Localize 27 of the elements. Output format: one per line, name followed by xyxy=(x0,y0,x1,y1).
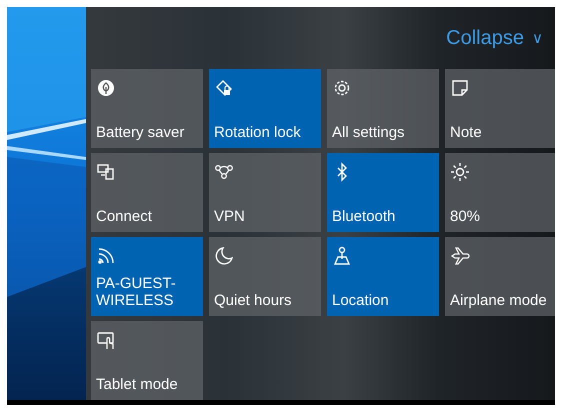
rotation-lock-icon xyxy=(214,78,234,98)
quick-action-tile[interactable]: All settings xyxy=(327,69,439,148)
quick-action-tile[interactable]: Quiet hours xyxy=(209,237,321,316)
quick-action-tile[interactable]: 80% xyxy=(445,153,555,232)
moon-icon xyxy=(214,246,234,266)
quick-action-tile[interactable]: Airplane mode xyxy=(445,237,555,316)
leaf-icon xyxy=(96,78,116,98)
quick-action-tile[interactable]: VPN xyxy=(209,153,321,232)
quick-action-tile[interactable]: Tablet mode xyxy=(91,321,203,400)
quick-action-tile[interactable]: Note xyxy=(445,69,555,148)
vpn-icon xyxy=(214,162,234,182)
connect-icon xyxy=(96,162,116,182)
quick-action-tile[interactable]: Connect xyxy=(91,153,203,232)
quick-action-tile[interactable]: Battery saver xyxy=(91,69,203,148)
tablet-icon xyxy=(96,330,116,350)
settings-icon xyxy=(332,78,352,98)
chevron-icon: ∨ xyxy=(532,29,543,47)
note-icon xyxy=(450,78,470,98)
quick-action-tile[interactable]: Bluetooth xyxy=(327,153,439,232)
quick-action-tile[interactable]: PA-GUEST-WIRELESS xyxy=(91,237,203,316)
quick-action-tile[interactable]: Location xyxy=(327,237,439,316)
location-icon xyxy=(332,246,352,266)
airplane-icon xyxy=(450,246,470,266)
wifi-icon xyxy=(96,246,116,266)
brightness-icon xyxy=(450,162,470,182)
quick-action-tile[interactable]: Rotation lock xyxy=(209,69,321,148)
collapse-button[interactable]: Collapse ∨ xyxy=(446,26,543,50)
